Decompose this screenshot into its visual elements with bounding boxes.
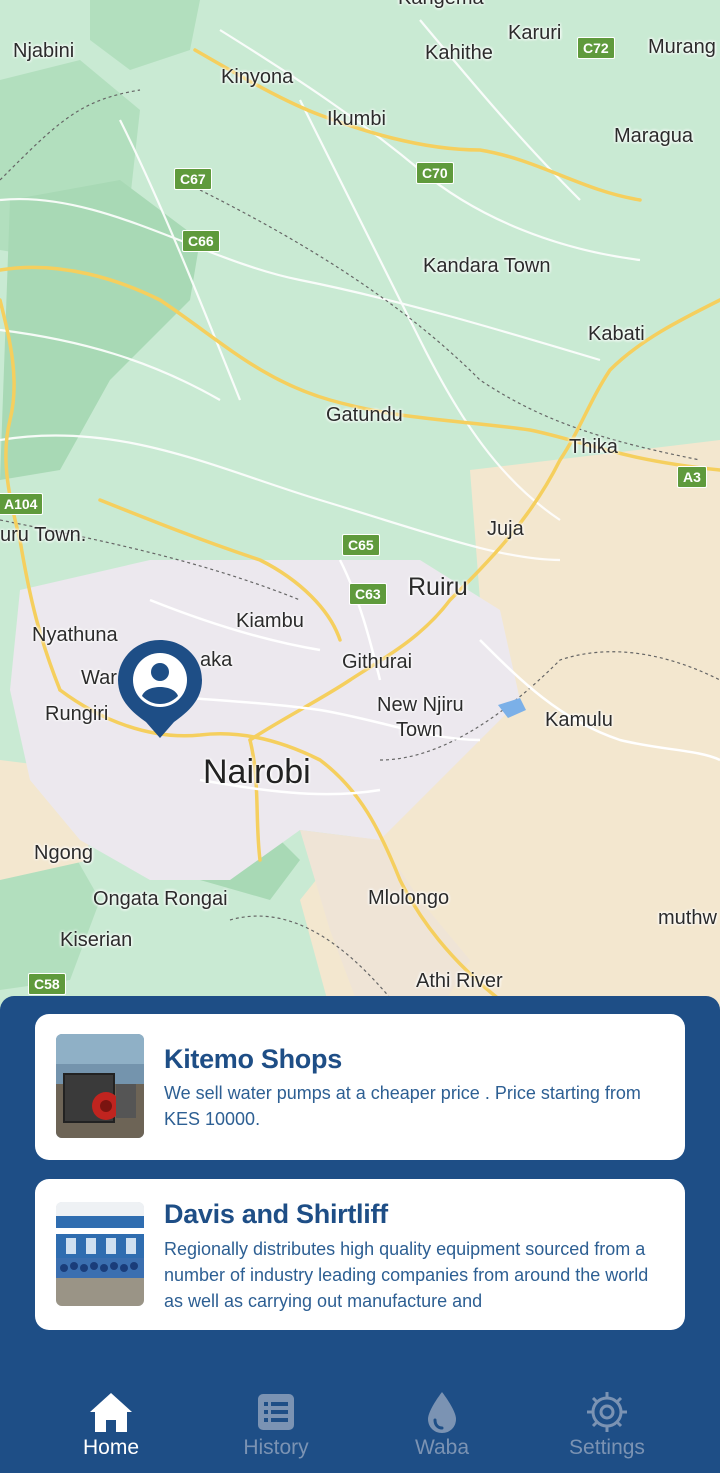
shop-name: Davis and Shirtliff [164,1199,388,1229]
location-pin-icon[interactable] [116,638,204,742]
place-label: Kahithe [425,42,493,64]
shop-description: We sell water pumps at a cheaper price .… [164,1083,641,1129]
road-shield: C66 [182,230,220,252]
road-shield: A3 [677,466,707,488]
place-label: Gatundu [326,404,403,426]
place-label: Nairobi [203,753,311,791]
road-shield: C67 [174,168,212,190]
place-label: Ruiru [408,573,468,601]
nav-label: Waba [414,1436,470,1459]
place-label: muthw [658,907,717,929]
road-shield: C63 [349,583,387,605]
place-label: Mlolongo [368,887,450,909]
nav-waba[interactable]: Waba [382,1390,502,1460]
place-label: Murang [648,36,716,58]
place-label: Ongata Rongai [93,888,228,910]
place-label: Town [396,719,443,741]
shop-name: Kitemo Shops [164,1044,342,1074]
place-label: Ikumbi [327,108,386,130]
shop-thumbnail [56,1202,144,1306]
shop-thumbnail [56,1034,144,1138]
nav-label: Home [82,1436,140,1459]
list-icon [258,1394,294,1430]
map-base-layer [0,0,720,1010]
place-label: Kiserian [60,929,133,951]
road-shield: C65 [342,534,380,556]
place-label: Karuri [508,22,562,44]
place-label: Kandara Town [423,255,551,277]
place-label: Kamulu [545,709,613,731]
place-label: Maragua [614,125,693,147]
nav-home[interactable]: Home [51,1390,171,1460]
place-label: Thika [569,436,618,458]
road-shield: C70 [416,162,454,184]
place-label: War [81,667,117,689]
gear-icon [587,1392,627,1432]
place-label: Kiambu [236,610,304,632]
place-label: uru Town. [0,524,87,546]
nav-label: Settings [569,1436,645,1459]
place-label: Rungiri [45,703,109,725]
nav-label: History [243,1436,309,1459]
water-drop-icon [428,1392,456,1433]
road-shield: A104 [0,493,44,515]
road-shield: C72 [577,37,615,59]
place-label: Kangema [398,0,484,8]
nav-history[interactable]: History [216,1390,336,1460]
place-label: New Njiru [377,694,464,716]
place-label: Kinyona [221,66,294,88]
bottom-navigation: Home History Waba Settings [0,1380,720,1473]
place-label: aka [200,649,233,671]
home-icon [90,1393,132,1432]
place-label: Nyathuna [32,624,118,646]
shop-description: Regionally distributes high quality equi… [164,1239,649,1311]
shop-card[interactable]: Davis and Shirtliff Regionally distribut… [35,1179,685,1330]
nav-settings[interactable]: Settings [547,1390,667,1460]
map-view[interactable]: Kangema Njabini Kahithe Karuri Murang Ki… [0,0,720,1010]
road-shield: C58 [28,973,66,995]
place-label: Athi River [416,970,503,992]
place-label: Njabini [13,40,75,62]
shop-card[interactable]: Kitemo Shops We sell water pumps at a ch… [35,1014,685,1160]
place-label: Ngong [34,842,93,864]
place-label: Kabati [588,323,645,345]
place-label: Juja [487,518,524,540]
place-label: Githurai [342,651,413,673]
